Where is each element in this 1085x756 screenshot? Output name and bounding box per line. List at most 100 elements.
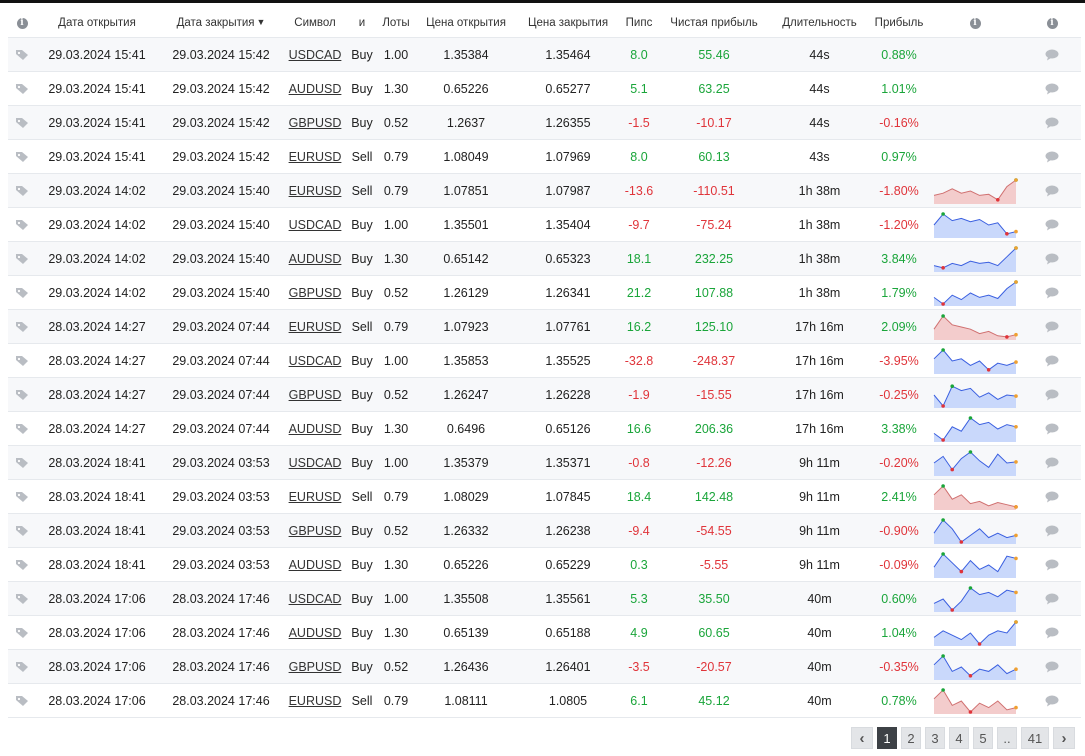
symbol-link[interactable]: EURUSD bbox=[289, 184, 342, 198]
comment-icon[interactable] bbox=[1045, 320, 1059, 334]
tag-cell[interactable] bbox=[8, 38, 36, 72]
page-button-last[interactable]: 41 bbox=[1021, 727, 1049, 749]
header-open-price[interactable]: Цена открытия bbox=[414, 8, 518, 38]
tag-cell[interactable] bbox=[8, 106, 36, 140]
comment-cell[interactable] bbox=[1023, 106, 1081, 140]
comment-icon[interactable] bbox=[1045, 592, 1059, 606]
comment-cell[interactable] bbox=[1023, 174, 1081, 208]
comment-icon[interactable] bbox=[1045, 524, 1059, 538]
tag-icon[interactable] bbox=[15, 694, 29, 708]
symbol-link[interactable]: GBPUSD bbox=[289, 524, 342, 538]
comment-icon[interactable] bbox=[1045, 558, 1059, 572]
tag-icon[interactable] bbox=[15, 456, 29, 470]
symbol-link[interactable]: GBPUSD bbox=[289, 660, 342, 674]
info-icon[interactable]: i bbox=[1046, 18, 1058, 29]
tag-icon[interactable] bbox=[15, 184, 29, 198]
comment-cell[interactable] bbox=[1023, 514, 1081, 548]
comment-icon[interactable] bbox=[1045, 286, 1059, 300]
table-row[interactable]: 29.03.2024 14:02 29.03.2024 15:40 USDCAD Bu… bbox=[8, 207, 1081, 242]
tag-icon[interactable] bbox=[15, 524, 29, 538]
table-row[interactable]: 28.03.2024 18:41 29.03.2024 03:53 AUDUSD Bu… bbox=[8, 547, 1081, 582]
comment-cell[interactable] bbox=[1023, 480, 1081, 514]
comment-icon[interactable] bbox=[1045, 218, 1059, 232]
tag-cell[interactable] bbox=[8, 208, 36, 242]
tag-cell[interactable] bbox=[8, 378, 36, 412]
header-info[interactable]: i bbox=[8, 8, 36, 38]
tag-cell[interactable] bbox=[8, 72, 36, 106]
comment-cell[interactable] bbox=[1023, 208, 1081, 242]
table-row[interactable]: 29.03.2024 14:02 29.03.2024 15:40 EURUSD Se… bbox=[8, 173, 1081, 208]
tag-icon[interactable] bbox=[15, 388, 29, 402]
header-duration[interactable]: Длительность bbox=[768, 8, 871, 38]
tag-cell[interactable] bbox=[8, 174, 36, 208]
tag-cell[interactable] bbox=[8, 276, 36, 310]
header-gain[interactable]: Прибыль bbox=[871, 8, 927, 38]
symbol-link[interactable]: EURUSD bbox=[289, 694, 342, 708]
symbol-link[interactable]: AUDUSD bbox=[289, 422, 342, 436]
comment-cell[interactable] bbox=[1023, 616, 1081, 650]
comment-cell[interactable] bbox=[1023, 378, 1081, 412]
symbol-link[interactable]: EURUSD bbox=[289, 320, 342, 334]
tag-cell[interactable] bbox=[8, 650, 36, 684]
comment-cell[interactable] bbox=[1023, 412, 1081, 446]
page-button-3[interactable]: 3 bbox=[925, 727, 945, 749]
tag-cell[interactable] bbox=[8, 242, 36, 276]
header-open-date[interactable]: Дата открытия bbox=[36, 8, 158, 38]
table-row[interactable]: 28.03.2024 17:06 28.03.2024 17:46 EURUSD Se… bbox=[8, 683, 1081, 718]
symbol-link[interactable]: GBPUSD bbox=[289, 116, 342, 130]
header-net-profit[interactable]: Чистая прибыль bbox=[660, 8, 768, 38]
tag-cell[interactable] bbox=[8, 344, 36, 378]
tag-icon[interactable] bbox=[15, 116, 29, 130]
symbol-link[interactable]: AUDUSD bbox=[289, 626, 342, 640]
sort-desc-icon[interactable]: ▼ bbox=[257, 17, 266, 27]
page-button-5[interactable]: 5 bbox=[973, 727, 993, 749]
comment-icon[interactable] bbox=[1045, 456, 1059, 470]
tag-icon[interactable] bbox=[15, 354, 29, 368]
next-page-button[interactable]: › bbox=[1053, 727, 1075, 749]
tag-icon[interactable] bbox=[15, 592, 29, 606]
comment-cell[interactable] bbox=[1023, 140, 1081, 174]
tag-icon[interactable] bbox=[15, 558, 29, 572]
tag-cell[interactable] bbox=[8, 582, 36, 616]
comment-icon[interactable] bbox=[1045, 82, 1059, 96]
symbol-link[interactable]: USDCAD bbox=[289, 592, 342, 606]
table-row[interactable]: 29.03.2024 15:41 29.03.2024 15:42 USDCAD Bu… bbox=[8, 37, 1081, 72]
tag-icon[interactable] bbox=[15, 218, 29, 232]
comment-cell[interactable] bbox=[1023, 582, 1081, 616]
comment-cell[interactable] bbox=[1023, 242, 1081, 276]
table-row[interactable]: 29.03.2024 15:41 29.03.2024 15:42 EURUSD Se… bbox=[8, 139, 1081, 174]
tag-cell[interactable] bbox=[8, 514, 36, 548]
comment-icon[interactable] bbox=[1045, 252, 1059, 266]
tag-cell[interactable] bbox=[8, 446, 36, 480]
tag-icon[interactable] bbox=[15, 82, 29, 96]
table-row[interactable]: 28.03.2024 18:41 29.03.2024 03:53 USDCAD Bu… bbox=[8, 445, 1081, 480]
comment-cell[interactable] bbox=[1023, 310, 1081, 344]
symbol-link[interactable]: USDCAD bbox=[289, 218, 342, 232]
header-chart-info[interactable]: i bbox=[927, 8, 1023, 38]
header-close-price[interactable]: Цена закрытия bbox=[518, 8, 618, 38]
symbol-link[interactable]: AUDUSD bbox=[289, 558, 342, 572]
tag-cell[interactable] bbox=[8, 140, 36, 174]
comment-cell[interactable] bbox=[1023, 38, 1081, 72]
comment-icon[interactable] bbox=[1045, 626, 1059, 640]
table-row[interactable]: 28.03.2024 18:41 29.03.2024 03:53 EURUSD Se… bbox=[8, 479, 1081, 514]
comment-cell[interactable] bbox=[1023, 684, 1081, 718]
header-close-date[interactable]: Дата закрытия ▼ bbox=[158, 8, 284, 38]
symbol-link[interactable]: AUDUSD bbox=[289, 252, 342, 266]
tag-icon[interactable] bbox=[15, 150, 29, 164]
symbol-link[interactable]: USDCAD bbox=[289, 48, 342, 62]
comment-icon[interactable] bbox=[1045, 660, 1059, 674]
comment-icon[interactable] bbox=[1045, 150, 1059, 164]
tag-icon[interactable] bbox=[15, 252, 29, 266]
tag-icon[interactable] bbox=[15, 48, 29, 62]
table-row[interactable]: 28.03.2024 18:41 29.03.2024 03:53 GBPUSD Bu… bbox=[8, 513, 1081, 548]
comment-icon[interactable] bbox=[1045, 422, 1059, 436]
tag-icon[interactable] bbox=[15, 490, 29, 504]
page-button-1[interactable]: 1 bbox=[877, 727, 897, 749]
table-row[interactable]: 28.03.2024 17:06 28.03.2024 17:46 USDCAD Bu… bbox=[8, 581, 1081, 616]
comment-cell[interactable] bbox=[1023, 72, 1081, 106]
comment-icon[interactable] bbox=[1045, 184, 1059, 198]
symbol-link[interactable]: GBPUSD bbox=[289, 388, 342, 402]
comment-icon[interactable] bbox=[1045, 116, 1059, 130]
table-row[interactable]: 29.03.2024 15:41 29.03.2024 15:42 GBPUSD Bu… bbox=[8, 105, 1081, 140]
